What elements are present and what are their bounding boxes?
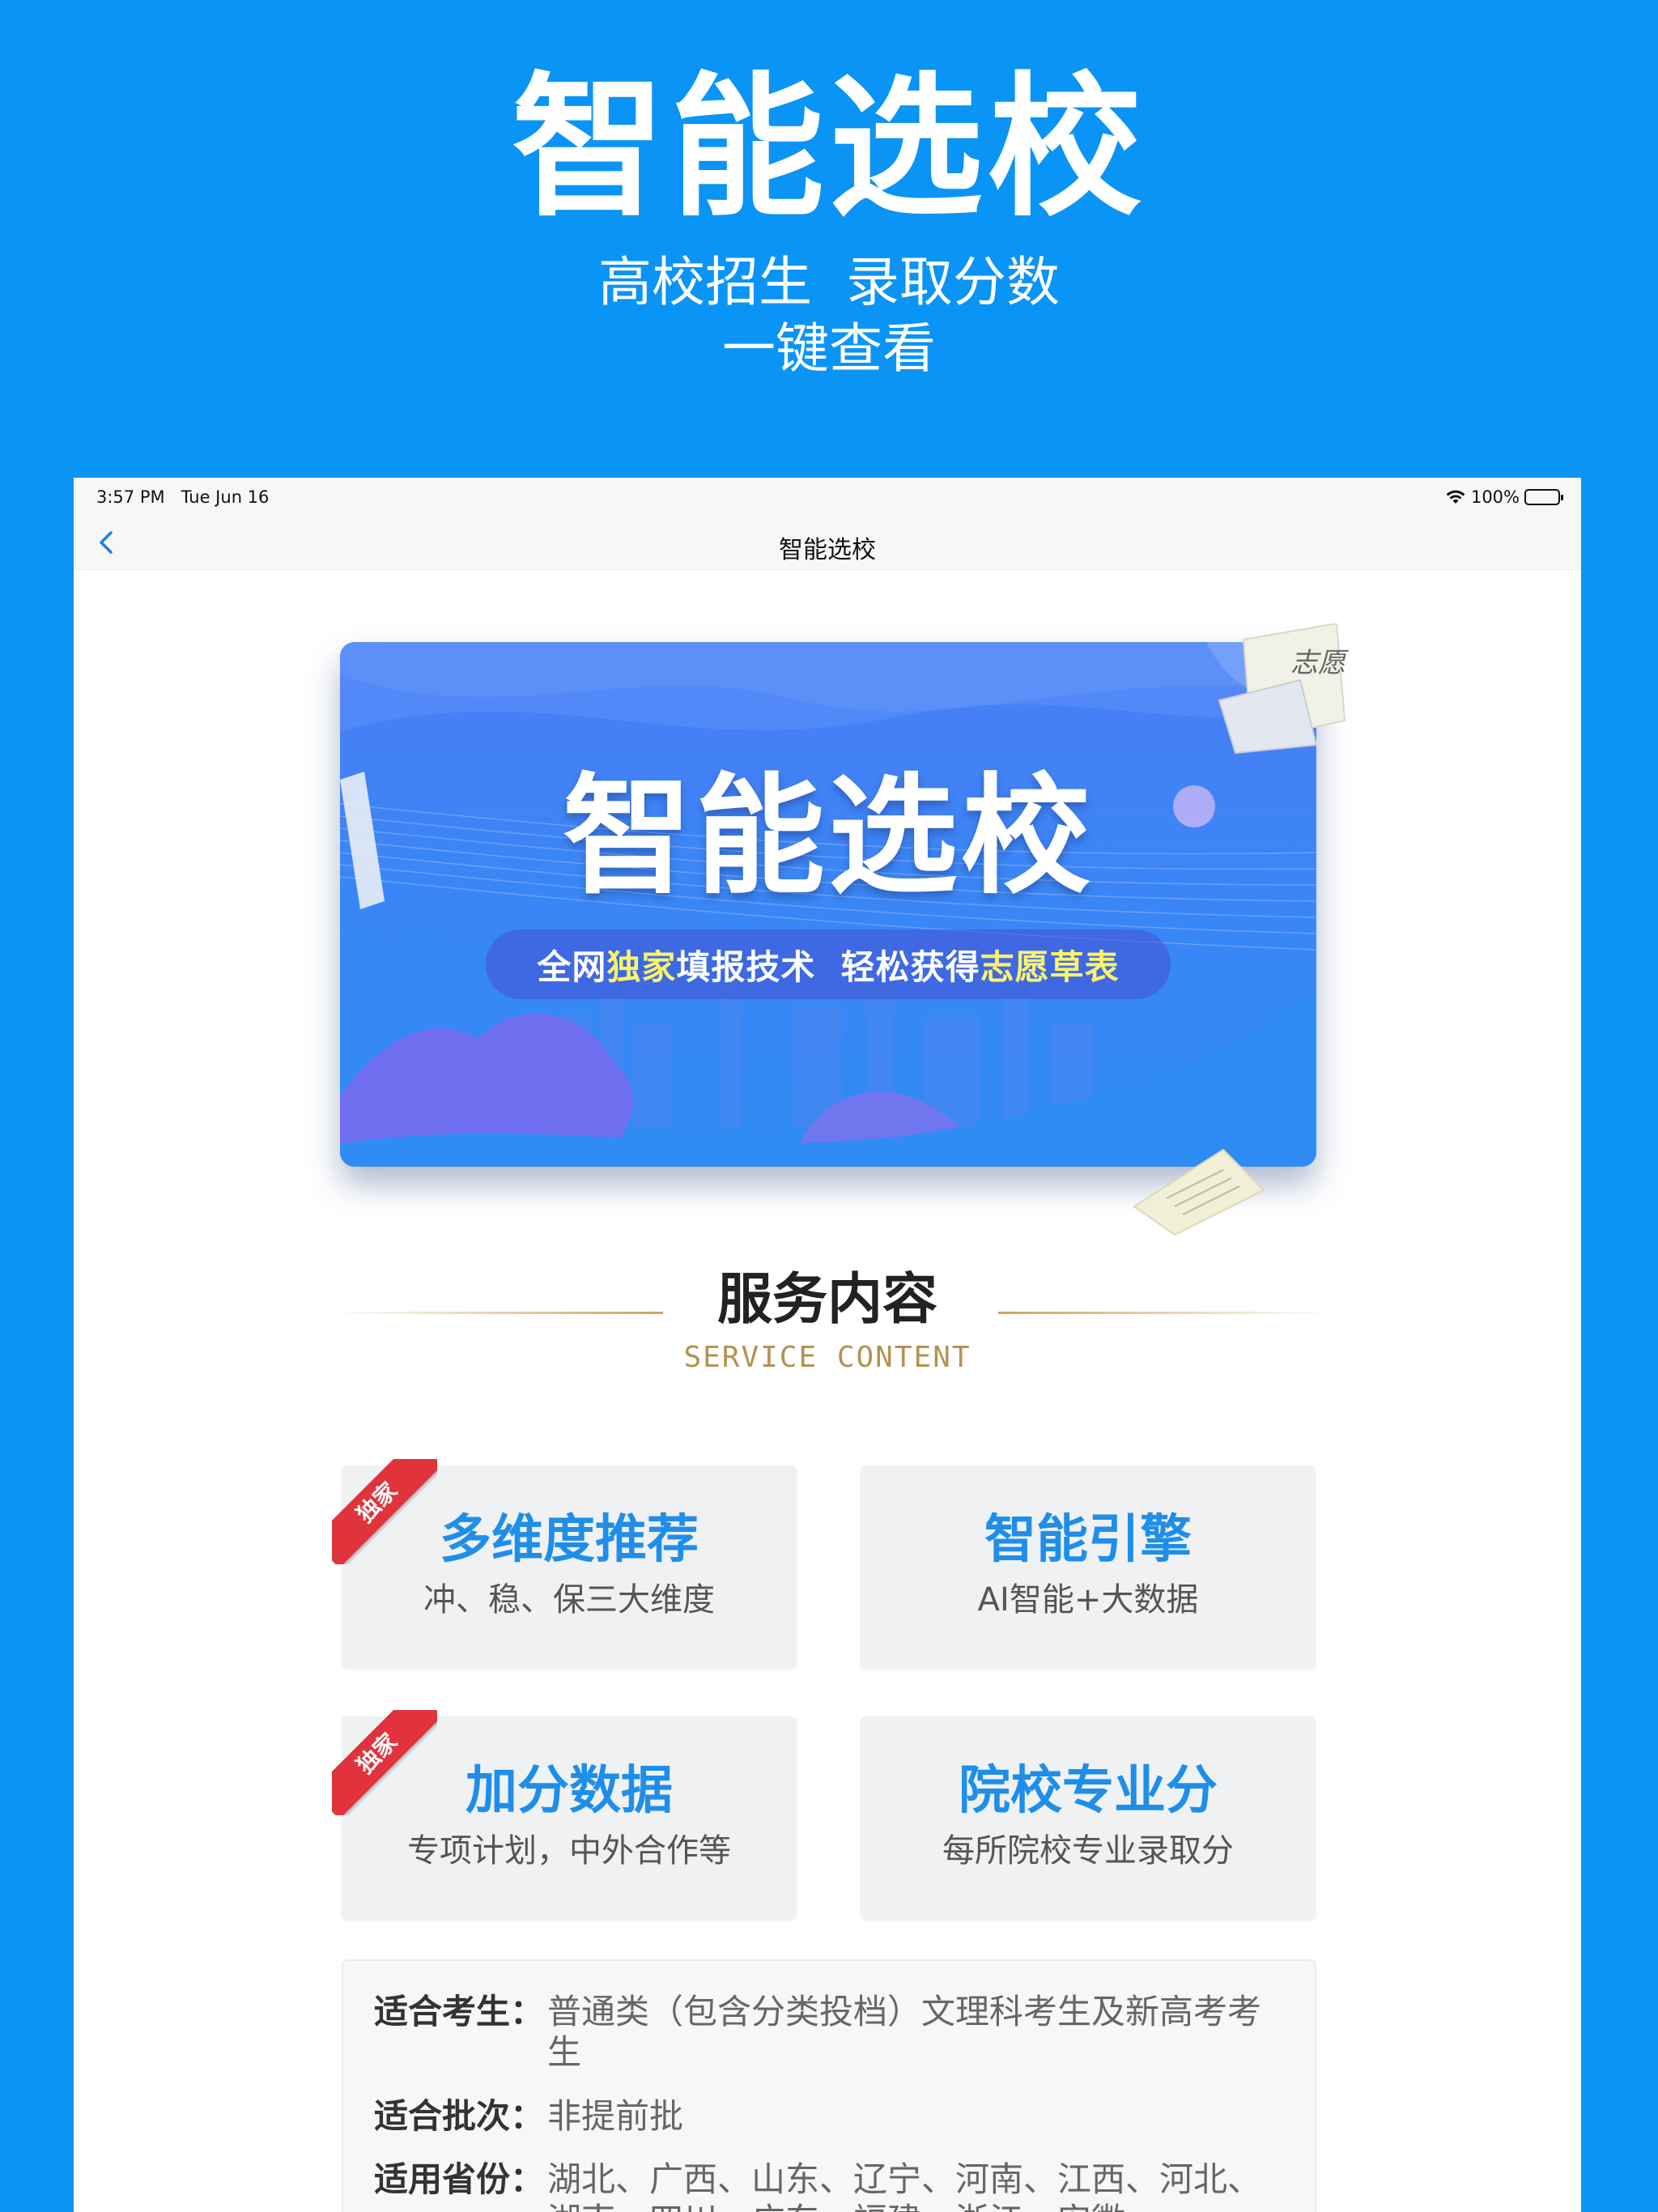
service-card-major-scores: 院校专业分 每所院校专业录取分: [861, 1716, 1316, 1919]
banner-title: 智能选校: [562, 760, 1094, 912]
section-title: 服务内容: [716, 1268, 937, 1332]
promo-subtitle-line1: 高校招生 录取分数: [598, 251, 1060, 313]
service-card-smart-engine: 智能引擎 AI智能+大数据: [861, 1465, 1316, 1668]
info-label: 适用省份：: [374, 2159, 545, 2200]
card-desc: 每所院校专业录取分: [942, 1832, 1234, 1870]
card-title: 智能引擎: [984, 1510, 1192, 1570]
wifi-icon: [1446, 490, 1465, 504]
section-heading: 服务内容 SERVICE CONTENT: [74, 1268, 1581, 1375]
banner-tagline: 全网 独家 填报技术 轻松获得 志愿草表: [486, 929, 1171, 999]
promo-banner: 智能选校 全网 独家 填报技术 轻松获得 志愿草表: [340, 642, 1316, 1167]
battery-icon: [1524, 489, 1563, 505]
card-desc: 冲、稳、保三大维度: [423, 1581, 715, 1619]
tagline-part1: 全网: [537, 946, 607, 987]
info-row-candidates: 适合考生： 普通类（包含分类投档）文理科考生及新高考考生: [374, 1992, 1286, 2074]
battery-percent: 100%: [1470, 487, 1520, 507]
info-value: 普通类（包含分类投档）文理科考生及新高考考生: [547, 1992, 1262, 2073]
nav-bar: 智能选校: [74, 515, 1581, 570]
card-desc: AI智能+大数据: [977, 1581, 1199, 1619]
card-title: 院校专业分: [959, 1761, 1218, 1821]
info-row-provinces: 适用省份： 湖北、广西、山东、辽宁、河南、江西、河北、湖南、四川、广东、福建、浙…: [374, 2159, 1286, 2212]
section-subtitle: SERVICE CONTENT: [683, 1341, 971, 1374]
card-desc: 专项计划，中外合作等: [407, 1832, 731, 1870]
status-time: 3:57 PM Tue Jun 16: [96, 487, 270, 507]
promo-title: 智能选校: [511, 58, 1146, 237]
status-bar: 3:57 PM Tue Jun 16 100%: [74, 478, 1581, 515]
info-row-batch: 适合批次： 非提前批: [374, 2096, 1286, 2137]
tagline-highlight2: 志愿草表: [980, 946, 1120, 987]
exclusive-badge: 独家: [332, 1710, 437, 1815]
promo-subtitle-line2: 一键查看: [722, 317, 936, 380]
exclusive-badge: 独家: [332, 1459, 437, 1564]
info-value: 湖北、广西、山东、辽宁、河南、江西、河北、湖南、四川、广东、福建、浙江、安徽: [547, 2159, 1262, 2212]
service-card-multi-dimension: 独家 多维度推荐 冲、稳、保三大维度: [332, 1459, 797, 1668]
tagline-highlight1: 独家: [606, 946, 677, 987]
tagline-part2: 填报技术 轻松获得: [676, 946, 980, 987]
device-screen: 3:57 PM Tue Jun 16 100% 智能选校 智能选校 全网 独家 …: [74, 478, 1581, 2212]
paper-decoration-top: 志愿: [1218, 623, 1349, 755]
info-value: 非提前批: [547, 2095, 684, 2136]
service-card-bonus-data: 独家 加分数据 专项计划，中外合作等: [332, 1710, 797, 1919]
nav-title: 智能选校: [779, 536, 876, 564]
paper-text: 志愿: [1290, 647, 1349, 679]
info-label: 适合批次：: [374, 2095, 545, 2136]
paper-decoration-bottom: [1133, 1148, 1265, 1236]
info-box: 适合考生： 普通类（包含分类投档）文理科考生及新高考考生 适合批次： 非提前批 …: [342, 1959, 1316, 2212]
status-right: 100%: [1445, 487, 1563, 507]
info-label: 适合考生：: [374, 1992, 545, 2031]
